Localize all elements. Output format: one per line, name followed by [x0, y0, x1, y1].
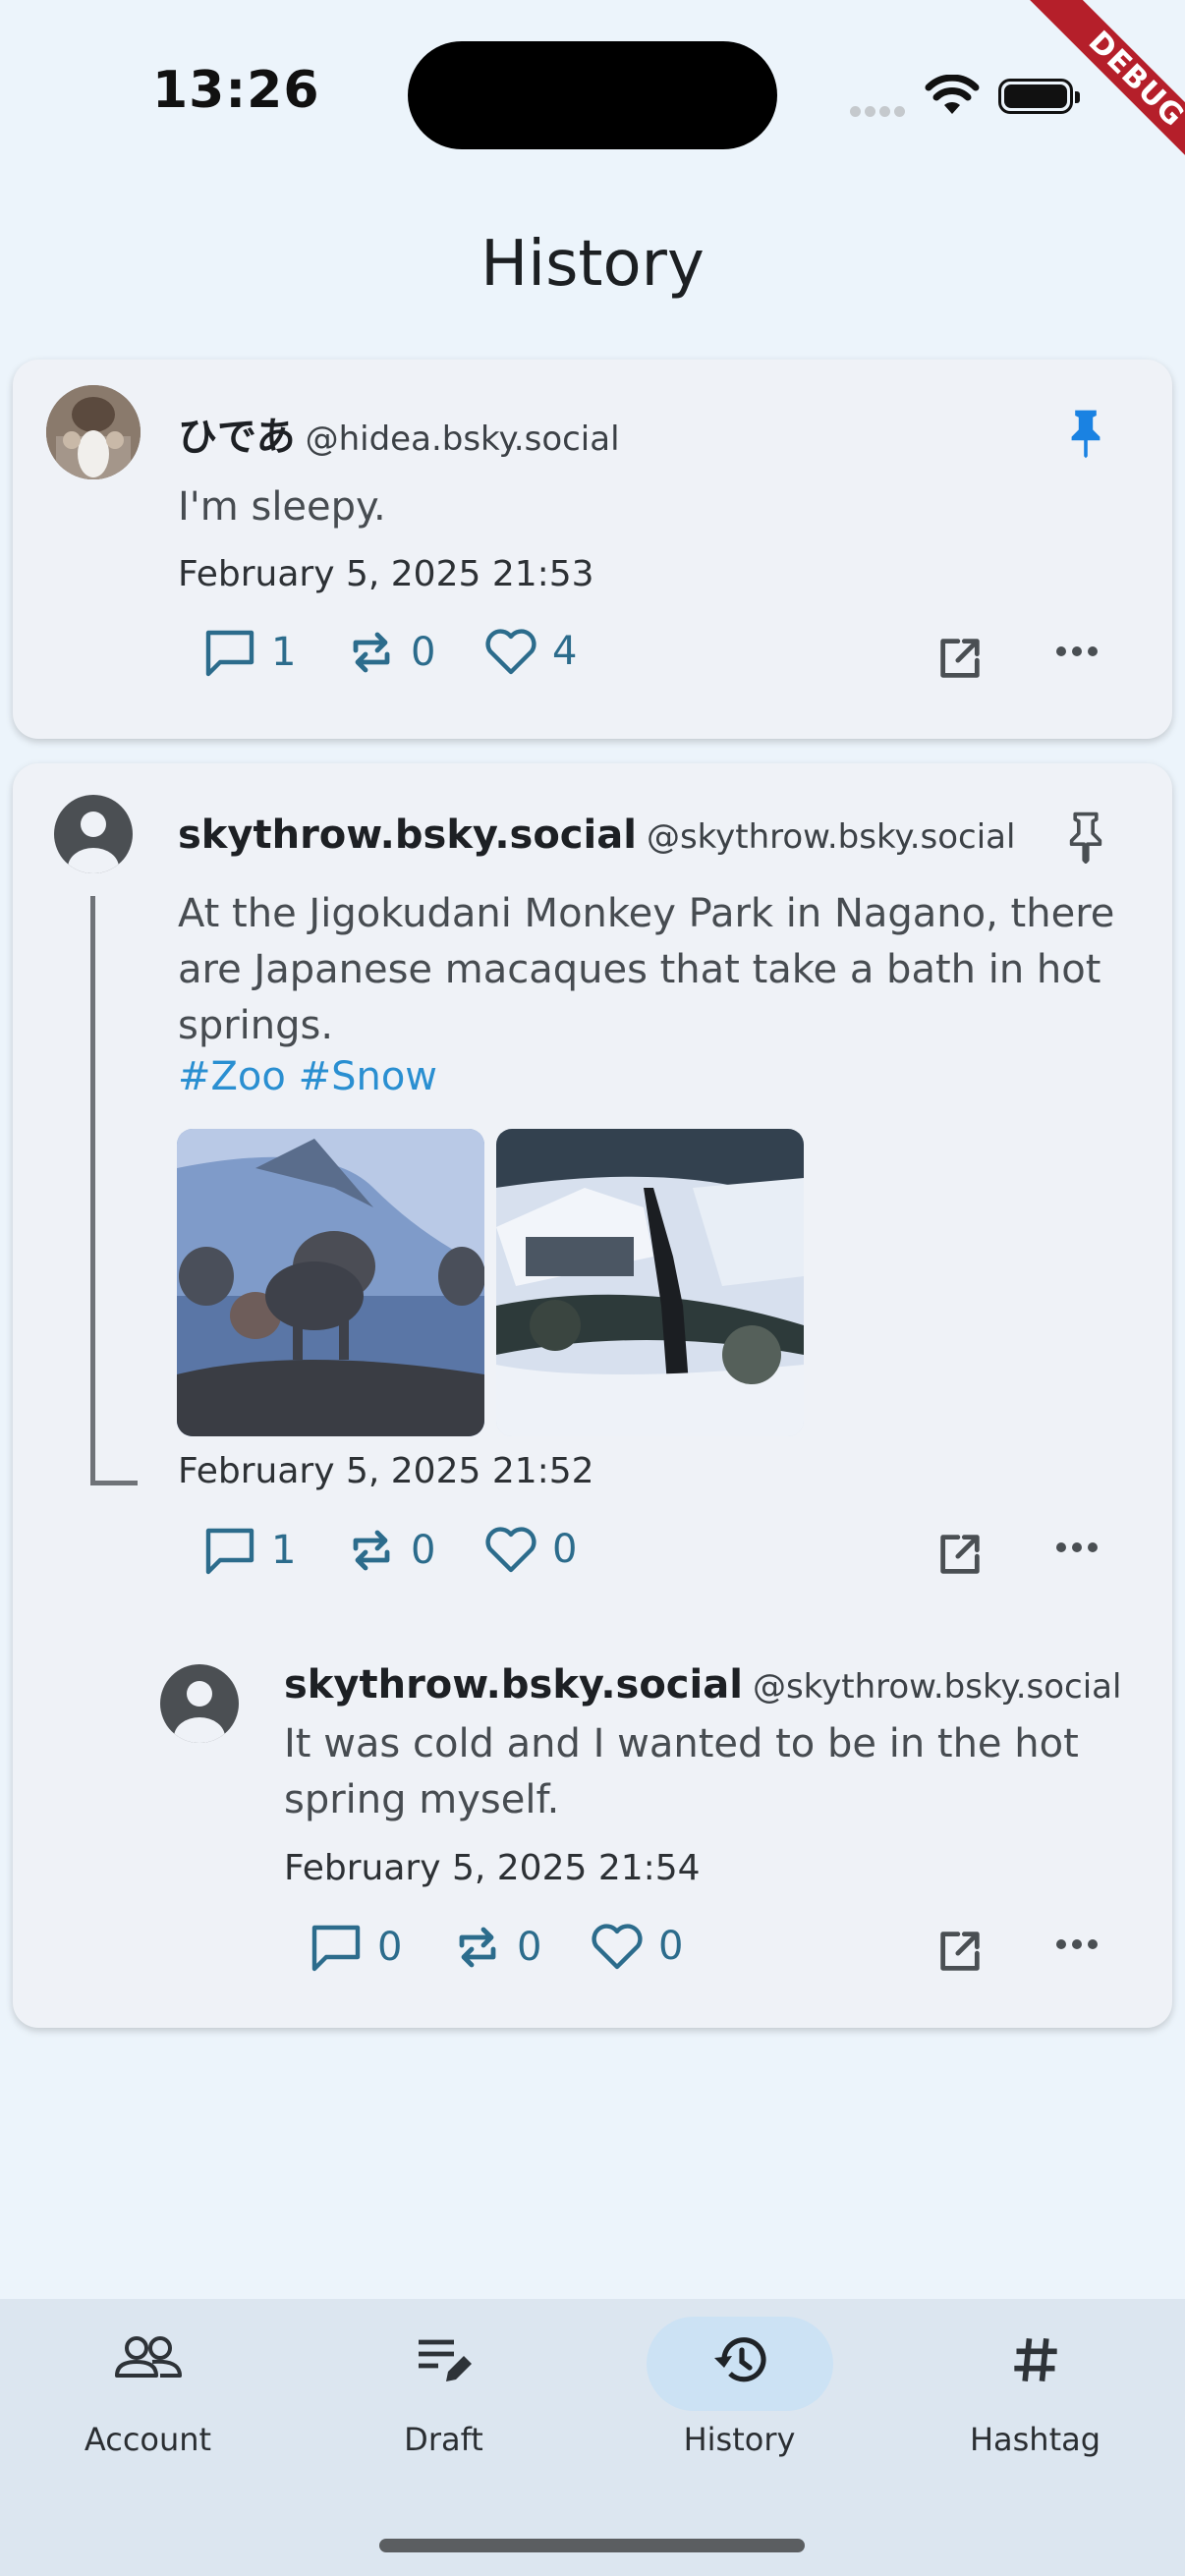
- dynamic-island: [408, 41, 777, 149]
- like-count: 0: [658, 1924, 684, 1969]
- reply-text: It was cold and I wanted to be in the ho…: [284, 1721, 1079, 1822]
- reply-count: 1: [271, 630, 297, 675]
- like-count: 4: [552, 629, 578, 674]
- repost-button[interactable]: 0: [452, 1924, 541, 1971]
- open-external-icon[interactable]: [934, 1529, 986, 1580]
- repost-icon: [459, 1927, 496, 1968]
- like-button[interactable]: 0: [483, 1525, 577, 1574]
- display-name: skythrow.bsky.social: [284, 1662, 743, 1708]
- reply-count: 1: [271, 1528, 297, 1573]
- hashtags[interactable]: #Zoo #Snow: [178, 1054, 437, 1099]
- repost-icon: [353, 1530, 390, 1571]
- heart-icon: [592, 1924, 643, 1970]
- handle: @hidea.bsky.social: [305, 420, 620, 459]
- post-image[interactable]: [177, 1129, 484, 1436]
- more-icon[interactable]: [1054, 644, 1100, 658]
- post-author: skythrow.bsky.social @skythrow.bsky.socia…: [178, 812, 1015, 858]
- open-external-icon[interactable]: [934, 1926, 986, 1977]
- page-title: History: [480, 228, 705, 301]
- post-author: ひであ @hidea.bsky.social: [178, 405, 620, 462]
- more-icon[interactable]: [1054, 1540, 1100, 1554]
- handle: @skythrow.bsky.social: [752, 1667, 1122, 1707]
- repost-count: 0: [411, 1528, 436, 1573]
- display-name: ひであ: [178, 415, 296, 460]
- heart-icon: [485, 1527, 536, 1573]
- heart-icon: [485, 629, 536, 675]
- home-indicator: [379, 2539, 805, 2552]
- reply-author: skythrow.bsky.social @skythrow.bsky.socia…: [284, 1662, 1121, 1708]
- hashtag-icon: [1013, 2338, 1057, 2381]
- bottom-navigation: Account Draft History Hashtag: [0, 2299, 1185, 2576]
- debug-banner: DEBUG: [998, 0, 1185, 187]
- like-button[interactable]: 0: [590, 1922, 683, 1971]
- avatar[interactable]: [54, 795, 133, 873]
- draft-edit-icon: [418, 2339, 472, 2381]
- reply-button[interactable]: 1: [202, 627, 296, 678]
- repost-button[interactable]: 0: [346, 1527, 435, 1574]
- people-icon: [114, 2336, 182, 2378]
- signal-icon: [850, 102, 909, 121]
- comment-icon: [311, 1925, 361, 1972]
- post-date: February 5, 2025 21:52: [178, 1451, 594, 1491]
- reply-button[interactable]: 1: [202, 1525, 296, 1576]
- nav-label: Hashtag: [969, 2421, 1101, 2458]
- avatar[interactable]: [46, 385, 141, 479]
- thread-connector: [90, 1481, 138, 1485]
- open-external-icon[interactable]: [934, 633, 986, 684]
- reply-count: 0: [377, 1925, 403, 1970]
- like-button[interactable]: 4: [483, 627, 577, 676]
- pin-icon[interactable]: [1064, 811, 1107, 864]
- post-date: February 5, 2025 21:53: [178, 554, 594, 594]
- repost-count: 0: [411, 630, 436, 675]
- post-text: I'm sleepy.: [178, 484, 386, 530]
- history-icon: [713, 2337, 766, 2382]
- post-text: At the Jigokudani Monkey Park in Nagano,…: [178, 891, 1115, 1048]
- nav-label: Account: [84, 2421, 212, 2458]
- nav-label: History: [683, 2421, 796, 2458]
- like-count: 0: [552, 1527, 578, 1572]
- thread-card[interactable]: skythrow.bsky.social @skythrow.bsky.socia…: [13, 763, 1172, 2028]
- post-card[interactable]: ひであ @hidea.bsky.social I'm sleepy. Februa…: [13, 360, 1172, 739]
- pin-icon[interactable]: [1064, 407, 1107, 460]
- status-time: 13:26: [152, 61, 320, 120]
- more-icon[interactable]: [1054, 1937, 1100, 1951]
- post-image[interactable]: [496, 1129, 804, 1436]
- handle: @skythrow.bsky.social: [646, 817, 1016, 857]
- display-name: skythrow.bsky.social: [178, 812, 637, 858]
- repost-count: 0: [517, 1925, 542, 1970]
- repost-button[interactable]: 0: [346, 629, 435, 676]
- wifi-icon: [925, 75, 980, 114]
- thread-line: [90, 896, 95, 1485]
- reply-button[interactable]: 0: [309, 1922, 402, 1973]
- comment-icon: [205, 630, 254, 677]
- reply-avatar[interactable]: [160, 1664, 239, 1743]
- reply-date: February 5, 2025 21:54: [284, 1848, 701, 1888]
- nav-label: Draft: [404, 2421, 483, 2458]
- repost-icon: [353, 632, 390, 673]
- comment-icon: [205, 1528, 254, 1575]
